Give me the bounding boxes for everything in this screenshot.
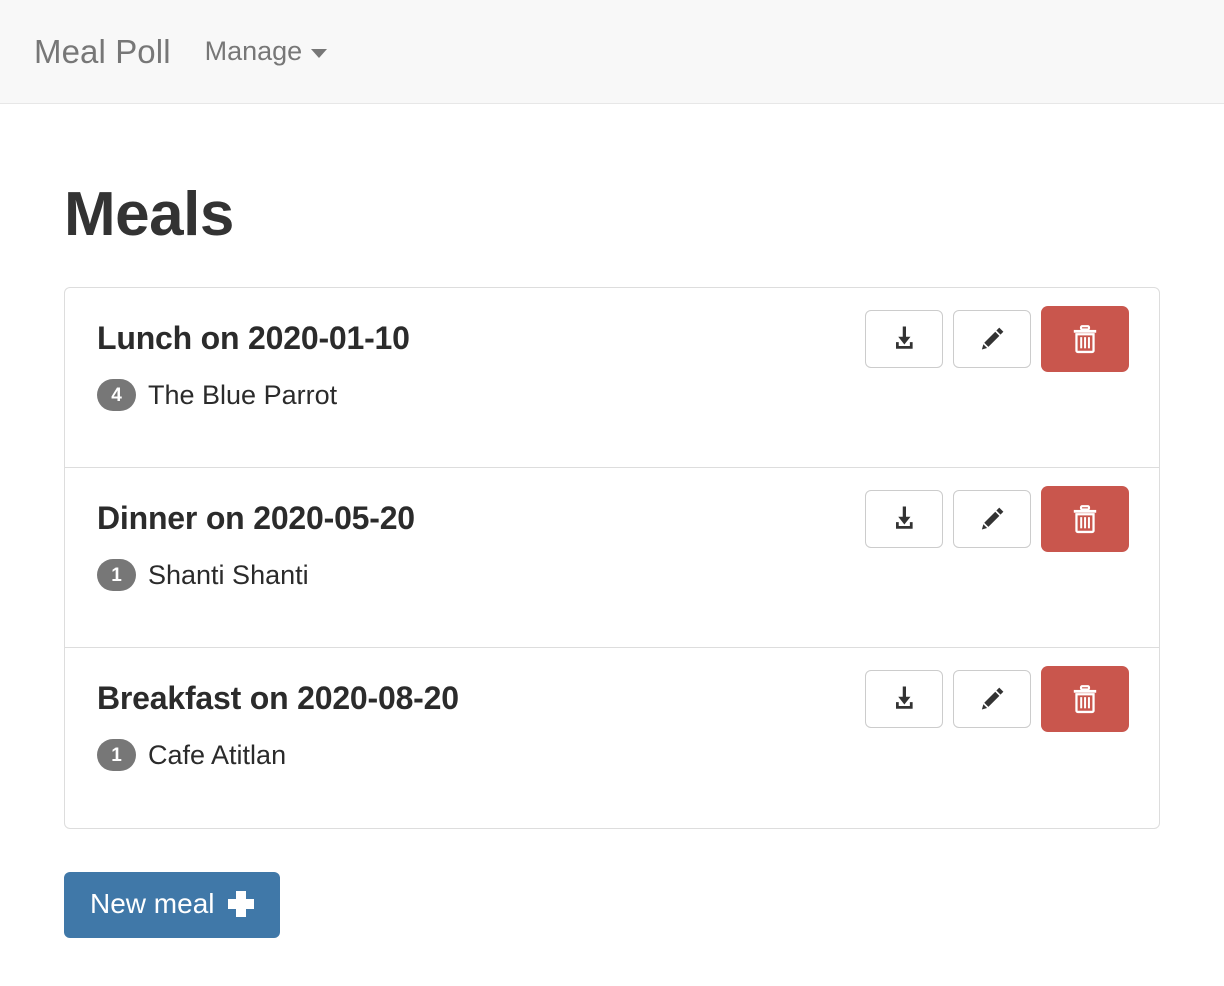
list-item[interactable]: Breakfast on 2020-08-20 1 Cafe Atitlan — [65, 648, 1159, 828]
meal-subtitle: 1 Cafe Atitlan — [97, 739, 1127, 772]
trash-icon — [1073, 505, 1097, 534]
main-content: Meals Lunch on 2020-01-10 4 The Blue Par… — [0, 104, 1224, 978]
edit-button[interactable] — [953, 490, 1031, 549]
new-meal-button[interactable]: New meal — [64, 872, 281, 939]
navbar: Meal Poll Manage — [0, 0, 1224, 104]
row-actions — [865, 306, 1129, 373]
download-button[interactable] — [865, 310, 943, 369]
nav-item-manage-label: Manage — [204, 36, 303, 66]
row-actions — [865, 666, 1129, 733]
pencil-icon — [981, 687, 1004, 710]
edit-button[interactable] — [953, 670, 1031, 729]
meal-subtitle: 1 Shanti Shanti — [97, 559, 1127, 592]
download-icon — [896, 506, 913, 529]
download-icon — [896, 686, 913, 709]
list-item[interactable]: Lunch on 2020-01-10 4 The Blue Parrot — [65, 288, 1159, 469]
meal-list: Lunch on 2020-01-10 4 The Blue Parrot Di… — [64, 287, 1160, 830]
restaurant-name: Shanti Shanti — [148, 559, 309, 590]
pencil-icon — [981, 327, 1004, 350]
chevron-down-icon — [311, 49, 328, 58]
row-actions — [865, 486, 1129, 553]
page-title: Meals — [64, 180, 234, 249]
vote-count-badge: 4 — [97, 379, 136, 412]
plus-icon — [228, 891, 255, 918]
navbar-brand[interactable]: Meal Poll — [34, 35, 201, 68]
download-button[interactable] — [865, 490, 943, 549]
trash-icon — [1073, 325, 1097, 354]
download-icon — [896, 326, 913, 349]
edit-button[interactable] — [953, 310, 1031, 369]
delete-button[interactable] — [1041, 486, 1129, 553]
vote-count-badge: 1 — [97, 559, 136, 592]
nav-item-manage[interactable]: Manage — [201, 32, 332, 71]
download-button[interactable] — [865, 670, 943, 729]
vote-count-badge: 1 — [97, 739, 136, 772]
list-item[interactable]: Dinner on 2020-05-20 1 Shanti Shanti — [65, 468, 1159, 649]
new-meal-button-label: New meal — [90, 888, 215, 920]
restaurant-name: Cafe Atitlan — [148, 739, 287, 770]
pencil-icon — [981, 507, 1004, 530]
meal-subtitle: 4 The Blue Parrot — [97, 379, 1127, 412]
trash-icon — [1073, 685, 1097, 714]
delete-button[interactable] — [1041, 306, 1129, 373]
restaurant-name: The Blue Parrot — [148, 379, 338, 410]
delete-button[interactable] — [1041, 666, 1129, 733]
